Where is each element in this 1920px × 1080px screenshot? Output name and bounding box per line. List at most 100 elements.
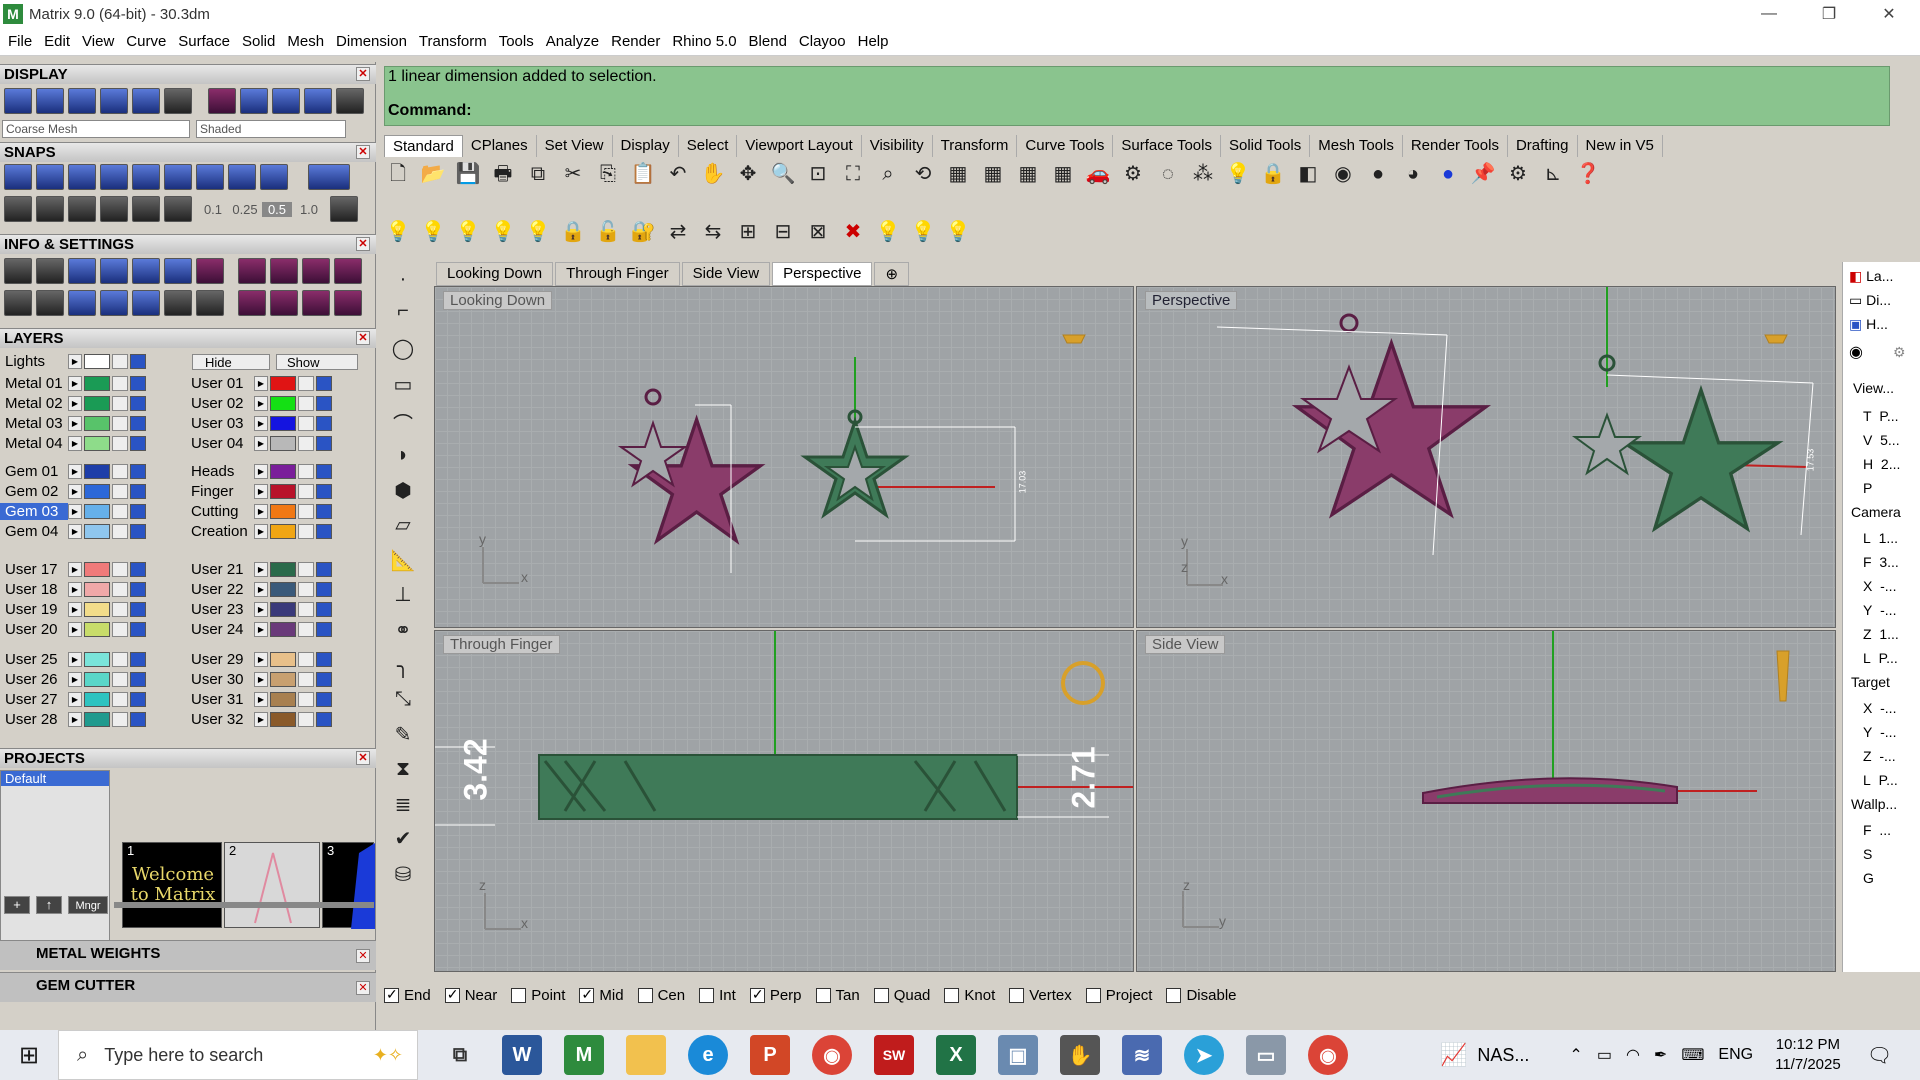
color-swatch[interactable] [84,416,110,431]
lock-icon[interactable] [112,524,128,539]
battery-icon[interactable]: ▭ [1597,1045,1612,1065]
layer-row[interactable]: Cutting ▶ [186,502,334,521]
save-icon[interactable]: 💾 [454,160,482,188]
osnap-point[interactable]: Point [511,987,565,1004]
open-icon[interactable]: 📂 [419,160,447,188]
snap-quad-icon[interactable] [196,164,224,190]
checkbox[interactable] [637,987,653,1003]
lock-icon[interactable] [298,524,314,539]
property-row[interactable]: T P... [1863,408,1899,424]
light-bulb-3-icon[interactable]: 💡 [454,218,482,246]
property-row[interactable]: H 2... [1863,456,1900,472]
viewport-tab-looking-down[interactable]: Looking Down [436,262,554,286]
clock[interactable]: 10:12 PM 11/7/2025 [1775,1035,1841,1075]
property-row[interactable]: Y -... [1863,602,1896,618]
color-swatch[interactable] [270,652,296,667]
checkbox[interactable] [873,987,889,1003]
display-mode-select[interactable]: Shaded [196,120,346,138]
layer-row[interactable]: User 02 ▶ [186,394,334,413]
osnap-cen[interactable]: Cen [637,987,685,1004]
measure-icon[interactable]: ⧗ [386,758,420,786]
color-swatch[interactable] [84,396,110,411]
layers-icon[interactable] [100,258,128,284]
layer-row[interactable]: User 21 ▶ [186,560,334,579]
project-list[interactable]: Default [0,770,110,950]
lock-icon[interactable] [298,484,314,499]
expand-icon[interactable]: ▶ [68,416,82,431]
lock-icon[interactable] [112,436,128,451]
dots-icon[interactable] [100,196,128,222]
zoom-selected-icon[interactable]: ⌕ [874,160,902,188]
layer-row[interactable]: User 29 ▶ [186,650,334,669]
visibility-icon[interactable] [130,354,146,369]
lock-swap-icon[interactable]: ⇄ [664,218,692,246]
print-icon[interactable] [196,290,224,316]
telegram-icon[interactable]: ➤ [1184,1035,1224,1075]
visibility-icon[interactable] [316,652,332,667]
color-swatch[interactable] [270,712,296,727]
light-bulb-4-icon[interactable]: 💡 [489,218,517,246]
help-panel-tab[interactable]: ▣ H... [1849,316,1888,333]
property-row[interactable]: X -... [1863,700,1896,716]
close-icon[interactable]: ✕ [356,237,370,251]
ortho-icon[interactable] [308,164,350,190]
checkbox[interactable] [579,986,595,1003]
menu-transform[interactable]: Transform [419,33,487,50]
task-view-icon[interactable]: ⧉ [440,1035,480,1075]
add-viewport-tab-button[interactable]: ⊕ [874,262,910,286]
color-swatch[interactable] [84,484,110,499]
copy-icon[interactable]: ⎘ [594,160,622,188]
display-icon[interactable] [36,290,64,316]
visibility-icon[interactable] [130,582,146,597]
visibility-icon[interactable] [130,524,146,539]
lock-icon[interactable] [112,622,128,637]
close-icon[interactable]: ✕ [356,751,370,765]
checkbox[interactable] [699,987,715,1003]
layer-row[interactable]: Creation ▶ [186,522,334,541]
close-button[interactable]: ✕ [1866,0,1912,28]
lock-icon[interactable]: 🔒 [1259,160,1287,188]
visibility-icon[interactable] [316,396,332,411]
visibility-icon[interactable] [316,562,332,577]
layer-row[interactable]: User 26 ▶ [0,670,148,689]
metal-weights-panel[interactable]: METAL WEIGHTS ✕ [0,940,376,970]
visibility-icon[interactable] [316,712,332,727]
bucket-icon[interactable]: ⛁ [386,862,420,890]
camera-icon[interactable] [336,88,364,114]
layer-row-lights[interactable]: Lights ▶ [0,352,148,371]
shaded-sphere-icon[interactable] [304,88,332,114]
wifi-icon[interactable]: ◠ [1626,1045,1640,1065]
property-row[interactable]: Z 1... [1863,626,1899,642]
layer-row[interactable]: Metal 03 ▶ [0,414,148,433]
property-row[interactable]: Z -... [1863,748,1896,764]
expand-icon[interactable]: ▶ [254,464,268,479]
pin-icon[interactable]: 📌 [1469,160,1497,188]
lock-icon[interactable] [298,396,314,411]
viewport-tab-side-view[interactable]: Side View [681,262,771,286]
lock-icon[interactable] [298,582,314,597]
visibility-icon[interactable] [316,582,332,597]
snap-value-0[interactable]: 0.1 [198,202,228,217]
edit-icon[interactable] [164,258,192,284]
plane-icon[interactable] [36,196,64,222]
snap-value-3[interactable]: 1.0 [292,202,326,217]
boolean-icon[interactable]: ⚭ [386,618,420,646]
menu-surface[interactable]: Surface [178,33,230,50]
lock-icon[interactable] [112,416,128,431]
expand-icon[interactable]: ▶ [254,692,268,707]
viewport-perspective[interactable]: Perspective 17.53 x y z [1136,286,1836,628]
color-swatch[interactable] [270,376,296,391]
cylinder-icon[interactable] [100,290,128,316]
expand-icon[interactable]: ▶ [68,376,82,391]
expand-icon[interactable]: ▶ [68,652,82,667]
lock-icon[interactable] [112,712,128,727]
close-icon[interactable]: ✕ [356,67,370,81]
pen-icon[interactable] [68,196,96,222]
expand-icon[interactable]: ▶ [254,672,268,687]
surface-icon[interactable]: ◗ [386,444,420,472]
color-swatch[interactable] [84,622,110,637]
color-swatch[interactable] [84,652,110,667]
checkbox[interactable] [749,986,765,1003]
layer-row[interactable]: User 03 ▶ [186,414,334,433]
snap-point-icon[interactable] [100,164,128,190]
